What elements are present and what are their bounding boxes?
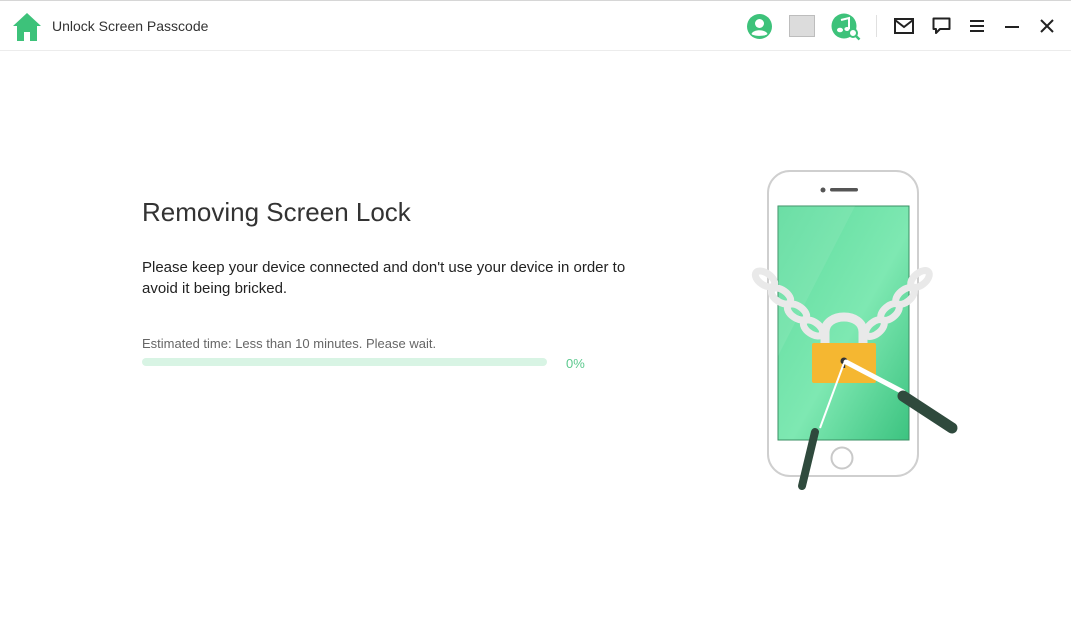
music-search-icon (831, 13, 861, 41)
music-search-button[interactable] (831, 13, 861, 41)
title-bar: Unlock Screen Passcode (0, 1, 1071, 51)
estimated-time-text: Estimated time: Less than 10 minutes. Pl… (142, 336, 437, 351)
app-title: Unlock Screen Passcode (52, 18, 209, 34)
progress-percent: 0% (566, 356, 585, 371)
user-account-button[interactable] (746, 13, 773, 40)
progress-bar (142, 358, 547, 366)
home-icon (13, 13, 41, 41)
close-icon (1040, 19, 1054, 33)
home-button[interactable] (11, 11, 43, 43)
menu-icon (970, 20, 984, 32)
close-button[interactable] (1039, 18, 1055, 34)
page-title: Removing Screen Lock (142, 197, 411, 227)
instruction-text: Please keep your device connected and do… (142, 259, 626, 297)
feedback-button[interactable] (932, 17, 951, 35)
phone-lock-illustration (745, 166, 965, 496)
minimize-icon (1005, 26, 1019, 28)
mail-icon (894, 18, 914, 34)
app-window: Unlock Screen Passcode Removing Screen L… (0, 0, 1071, 637)
grey-square-button[interactable] (789, 15, 815, 37)
chat-icon (932, 17, 951, 34)
toolbar-divider (876, 15, 877, 37)
mail-button[interactable] (894, 18, 914, 34)
user-account-icon (747, 14, 772, 39)
menu-button[interactable] (969, 18, 985, 34)
minimize-button[interactable] (1004, 19, 1020, 35)
